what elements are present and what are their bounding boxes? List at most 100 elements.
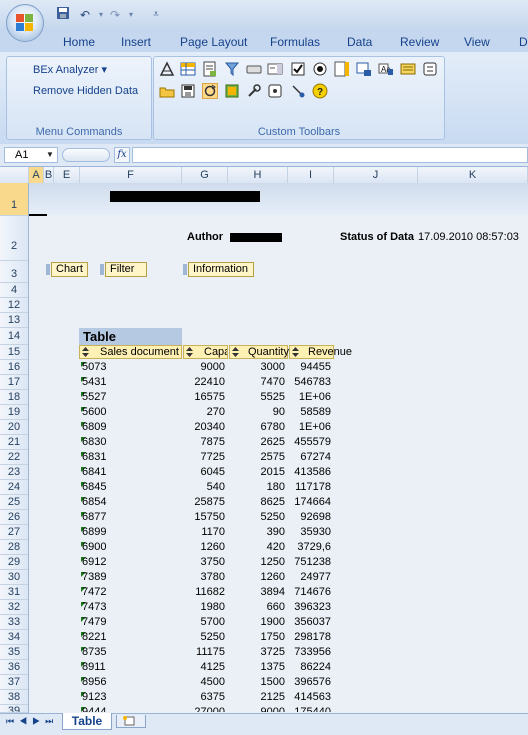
row-header-15[interactable]: 15 <box>0 345 28 360</box>
cell-sales-document[interactable]: 9123 <box>82 691 172 703</box>
cell-capa[interactable]: 6375 <box>183 691 225 703</box>
cell-sales-document[interactable]: 7472 <box>82 586 172 598</box>
cell-capa[interactable]: 9000 <box>183 361 225 373</box>
cell-sales-document[interactable]: 6845 <box>82 481 172 493</box>
tab-more[interactable]: D <box>519 35 528 49</box>
tools-icon[interactable] <box>246 83 262 99</box>
cell-capa[interactable]: 1260 <box>183 541 225 553</box>
cell-revenue[interactable]: 396323 <box>289 601 331 613</box>
name-box-dropdown-icon[interactable]: ▼ <box>46 150 54 159</box>
cell-capa[interactable]: 5250 <box>183 631 225 643</box>
cell-sales-document[interactable]: 6854 <box>82 496 172 508</box>
column-capa[interactable]: Capa <box>183 345 228 359</box>
cell-sales-document[interactable]: 7479 <box>82 616 172 628</box>
filter-button[interactable]: Filter <box>100 262 147 277</box>
cell-revenue[interactable]: 24977 <box>289 571 331 583</box>
cell-capa[interactable]: 4125 <box>183 661 225 673</box>
cell-capa[interactable]: 1980 <box>183 601 225 613</box>
cell-quantity[interactable]: 1375 <box>229 661 285 673</box>
cell-revenue[interactable]: 298178 <box>289 631 331 643</box>
cell-sales-document[interactable]: 8221 <box>82 631 172 643</box>
checkbox-icon[interactable] <box>290 61 306 77</box>
select-all-corner[interactable] <box>0 167 29 183</box>
qat-customize-icon[interactable]: ⩡ <box>147 6 165 24</box>
cell-revenue[interactable]: 35930 <box>289 526 331 538</box>
cell-revenue[interactable]: 174664 <box>289 496 331 508</box>
cell-revenue[interactable]: 413586 <box>289 466 331 478</box>
cell-sales-document[interactable]: 6912 <box>82 556 172 568</box>
cell-revenue[interactable]: 714676 <box>289 586 331 598</box>
cell-sales-document[interactable]: 7473 <box>82 601 172 613</box>
cell-revenue[interactable]: 751238 <box>289 556 331 568</box>
sheet-navigation-icon[interactable]: ⏮◀▶⏭ <box>6 716 58 727</box>
cell-quantity[interactable]: 1900 <box>229 616 285 628</box>
tab-page-layout[interactable]: Page Layout <box>180 35 247 49</box>
radio-button-icon[interactable] <box>312 61 328 77</box>
form-icon[interactable] <box>202 61 218 77</box>
column-header-a[interactable]: A <box>29 167 44 183</box>
cell-quantity[interactable]: 5525 <box>229 391 285 403</box>
insert-sheet-icon[interactable] <box>116 715 146 728</box>
column-quantity[interactable]: Quantity <box>229 345 289 359</box>
column-header-h[interactable]: H <box>228 167 288 183</box>
sort-icon[interactable] <box>232 347 239 357</box>
cell-sales-document[interactable]: 6899 <box>82 526 172 538</box>
remove-hidden-data-button[interactable]: Remove Hidden Data <box>33 85 138 97</box>
cell-sales-document[interactable]: 8735 <box>82 646 172 658</box>
cell-capa[interactable]: 7725 <box>183 451 225 463</box>
cell-quantity[interactable]: 1500 <box>229 676 285 688</box>
cell-capa[interactable]: 3780 <box>183 571 225 583</box>
tab-review[interactable]: Review <box>400 35 439 49</box>
tab-home[interactable]: Home <box>63 35 95 49</box>
cell-sales-document[interactable]: 5527 <box>82 391 172 403</box>
cell-revenue[interactable]: 1E+06 <box>289 421 331 433</box>
cell-revenue[interactable]: 733956 <box>289 646 331 658</box>
bex-analyzer-menu[interactable]: BEx Analyzer ▾ <box>33 63 107 76</box>
cell-revenue[interactable]: 94455 <box>289 361 331 373</box>
cell-quantity[interactable]: 1750 <box>229 631 285 643</box>
cell-quantity[interactable]: 9000 <box>229 706 285 712</box>
cell-sales-document[interactable]: 8956 <box>82 676 172 688</box>
cell-capa[interactable]: 5700 <box>183 616 225 628</box>
table-icon[interactable] <box>180 61 196 77</box>
cell-sales-document[interactable]: 6877 <box>82 511 172 523</box>
sheet-tab-table[interactable]: Table <box>62 713 112 730</box>
open-icon[interactable] <box>159 83 175 99</box>
column-revenue[interactable]: Revenue <box>289 345 352 359</box>
cell-quantity[interactable]: 8625 <box>229 496 285 508</box>
chart-icon[interactable] <box>159 61 175 77</box>
filter-icon[interactable] <box>224 61 240 77</box>
cell-revenue[interactable]: 455579 <box>289 436 331 448</box>
cell-revenue[interactable]: 86224 <box>289 661 331 673</box>
column-header-e[interactable]: E <box>54 167 80 183</box>
insert-function-button[interactable]: fx <box>114 147 130 163</box>
tab-view[interactable]: View <box>464 35 490 49</box>
row-header-3[interactable]: 3 <box>0 261 28 283</box>
cell-sales-document[interactable]: 6900 <box>82 541 172 553</box>
tab-formulas[interactable]: Formulas <box>270 35 320 49</box>
cell-capa[interactable]: 16575 <box>183 391 225 403</box>
web-item-icon[interactable] <box>356 61 372 77</box>
cell-capa[interactable]: 22410 <box>183 376 225 388</box>
chart-button[interactable]: Chart <box>46 262 88 277</box>
global-settings-icon[interactable] <box>267 83 283 99</box>
row-header-1[interactable]: 1 <box>0 183 28 216</box>
cell-sales-document[interactable]: 6831 <box>82 451 172 463</box>
office-button[interactable] <box>6 4 44 42</box>
cell-capa[interactable]: 27000 <box>183 706 225 712</box>
cell-quantity[interactable]: 2015 <box>229 466 285 478</box>
cell-revenue[interactable]: 117178 <box>289 481 331 493</box>
cell-quantity[interactable]: 2625 <box>229 436 285 448</box>
column-sales-document[interactable]: Sales document <box>79 345 182 359</box>
save-icon[interactable] <box>54 6 72 24</box>
cell-quantity[interactable]: 7470 <box>229 376 285 388</box>
column-header-i[interactable]: I <box>288 167 334 183</box>
cell-sales-document[interactable]: 6830 <box>82 436 172 448</box>
cell-sales-document[interactable]: 5431 <box>82 376 172 388</box>
navigation-pane-icon[interactable] <box>422 61 438 77</box>
cell-quantity[interactable]: 420 <box>229 541 285 553</box>
connections-icon[interactable] <box>290 83 306 99</box>
sort-icon[interactable] <box>186 347 193 357</box>
cell-quantity[interactable]: 2575 <box>229 451 285 463</box>
formula-input[interactable] <box>132 147 528 163</box>
